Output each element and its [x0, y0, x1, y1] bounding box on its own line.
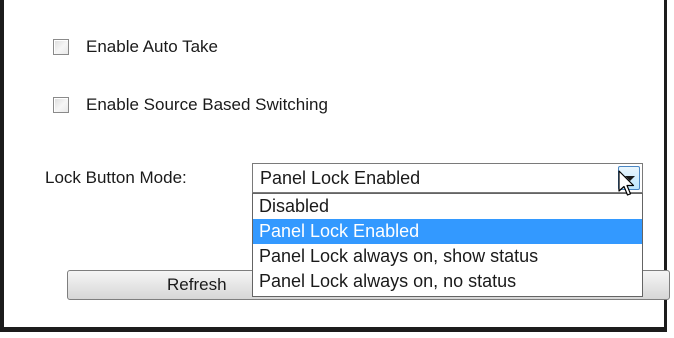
source-switching-checkbox[interactable] [53, 97, 69, 113]
option-always-on-no-status[interactable]: Panel Lock always on, no status [253, 269, 642, 294]
source-switching-row[interactable]: Enable Source Based Switching [53, 95, 328, 115]
auto-take-checkbox[interactable] [53, 39, 69, 55]
mouse-pointer-icon [618, 170, 635, 196]
auto-take-label: Enable Auto Take [86, 37, 219, 56]
lock-mode-selected-value: Panel Lock Enabled [260, 168, 421, 188]
auto-take-row[interactable]: Enable Auto Take [53, 37, 218, 57]
settings-panel: Enable Auto Take Enable Source Based Swi… [0, 0, 670, 332]
source-switching-label: Enable Source Based Switching [86, 95, 328, 114]
option-always-on-show-status[interactable]: Panel Lock always on, show status [253, 244, 642, 269]
lock-mode-options-list: Disabled Panel Lock Enabled Panel Lock a… [252, 193, 643, 297]
lock-mode-select[interactable]: Panel Lock Enabled [252, 163, 643, 193]
option-panel-lock-enabled[interactable]: Panel Lock Enabled [253, 219, 642, 244]
option-disabled[interactable]: Disabled [253, 194, 642, 219]
lock-button-mode-label: Lock Button Mode: [45, 168, 187, 187]
